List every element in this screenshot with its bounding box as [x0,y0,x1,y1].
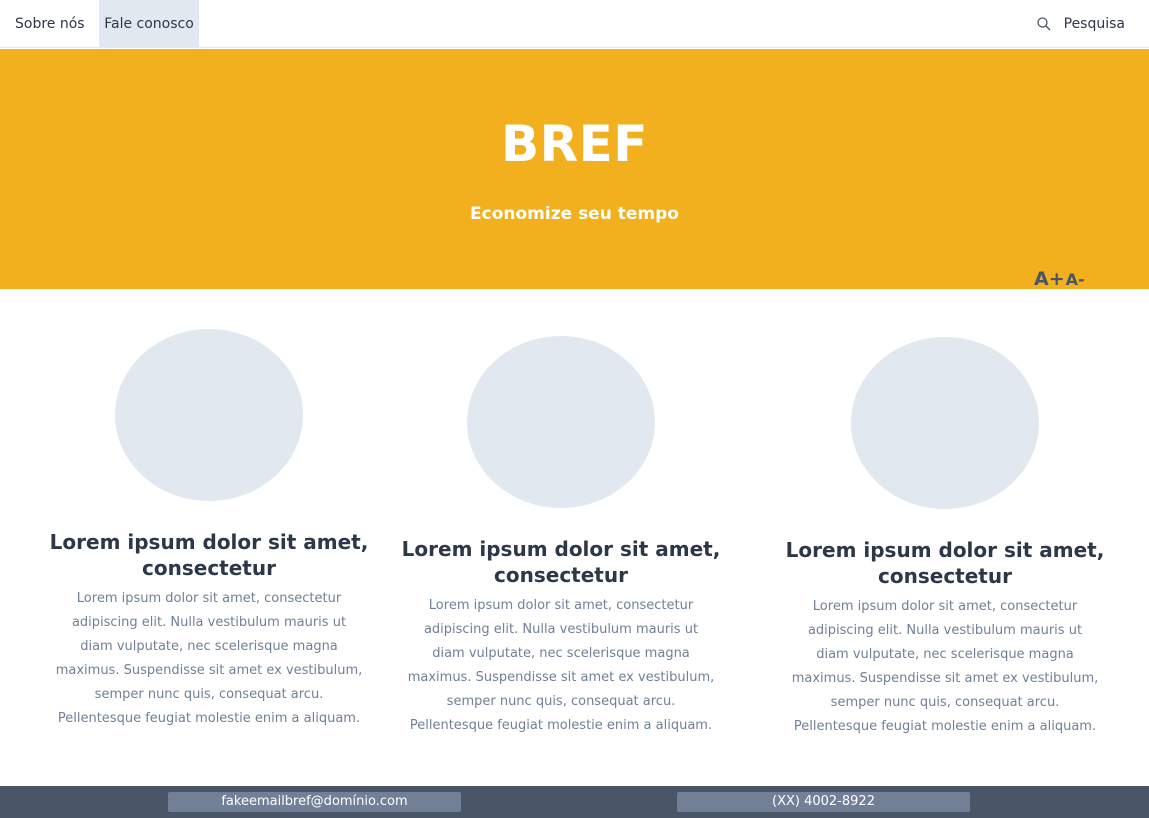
search-icon[interactable] [1036,16,1052,32]
feature-card: Lorem ipsum dolor sit amet, consectetur … [401,336,721,738]
hero-banner: BREF Economize seu tempo A+A- [0,49,1149,290]
font-size-controls: A+A- [1034,268,1085,290]
nav-link-sobre-nos[interactable]: Sobre nós [15,0,85,48]
card-title: Lorem ipsum dolor sit amet, consectetur [49,530,369,580]
card-image-placeholder [115,329,303,501]
card-image-placeholder [467,336,655,508]
footer-email[interactable]: fakeemailbref@domínio.com [168,792,461,812]
card-text: Lorem ipsum dolor sit amet, consectetur … [55,591,363,726]
top-nav: Sobre nós Fale conosco Pesquisa [0,0,1149,48]
nav-link-fale-conosco[interactable]: Fale conosco [99,0,199,48]
hero-title: BREF [501,115,648,173]
feature-card: Lorem ipsum dolor sit amet, consectetur … [785,337,1105,739]
decrease-font-button[interactable]: A- [1066,270,1085,289]
card-image-placeholder [851,337,1039,509]
card-text: Lorem ipsum dolor sit amet, consectetur … [791,599,1099,734]
card-title: Lorem ipsum dolor sit amet, consectetur [785,538,1105,588]
footer: fakeemailbref@domínio.com (XX) 4002-8922 [0,786,1149,818]
increase-font-button[interactable]: A+ [1034,268,1065,290]
card-text: Lorem ipsum dolor sit amet, consectetur … [407,598,715,733]
hero-subtitle: Economize seu tempo [470,204,679,224]
search[interactable]: Pesquisa [1036,0,1125,48]
card-title: Lorem ipsum dolor sit amet, consectetur [401,537,721,587]
footer-phone[interactable]: (XX) 4002-8922 [677,792,970,812]
feature-card: Lorem ipsum dolor sit amet, consectetur … [49,329,369,731]
search-label[interactable]: Pesquisa [1064,16,1125,32]
